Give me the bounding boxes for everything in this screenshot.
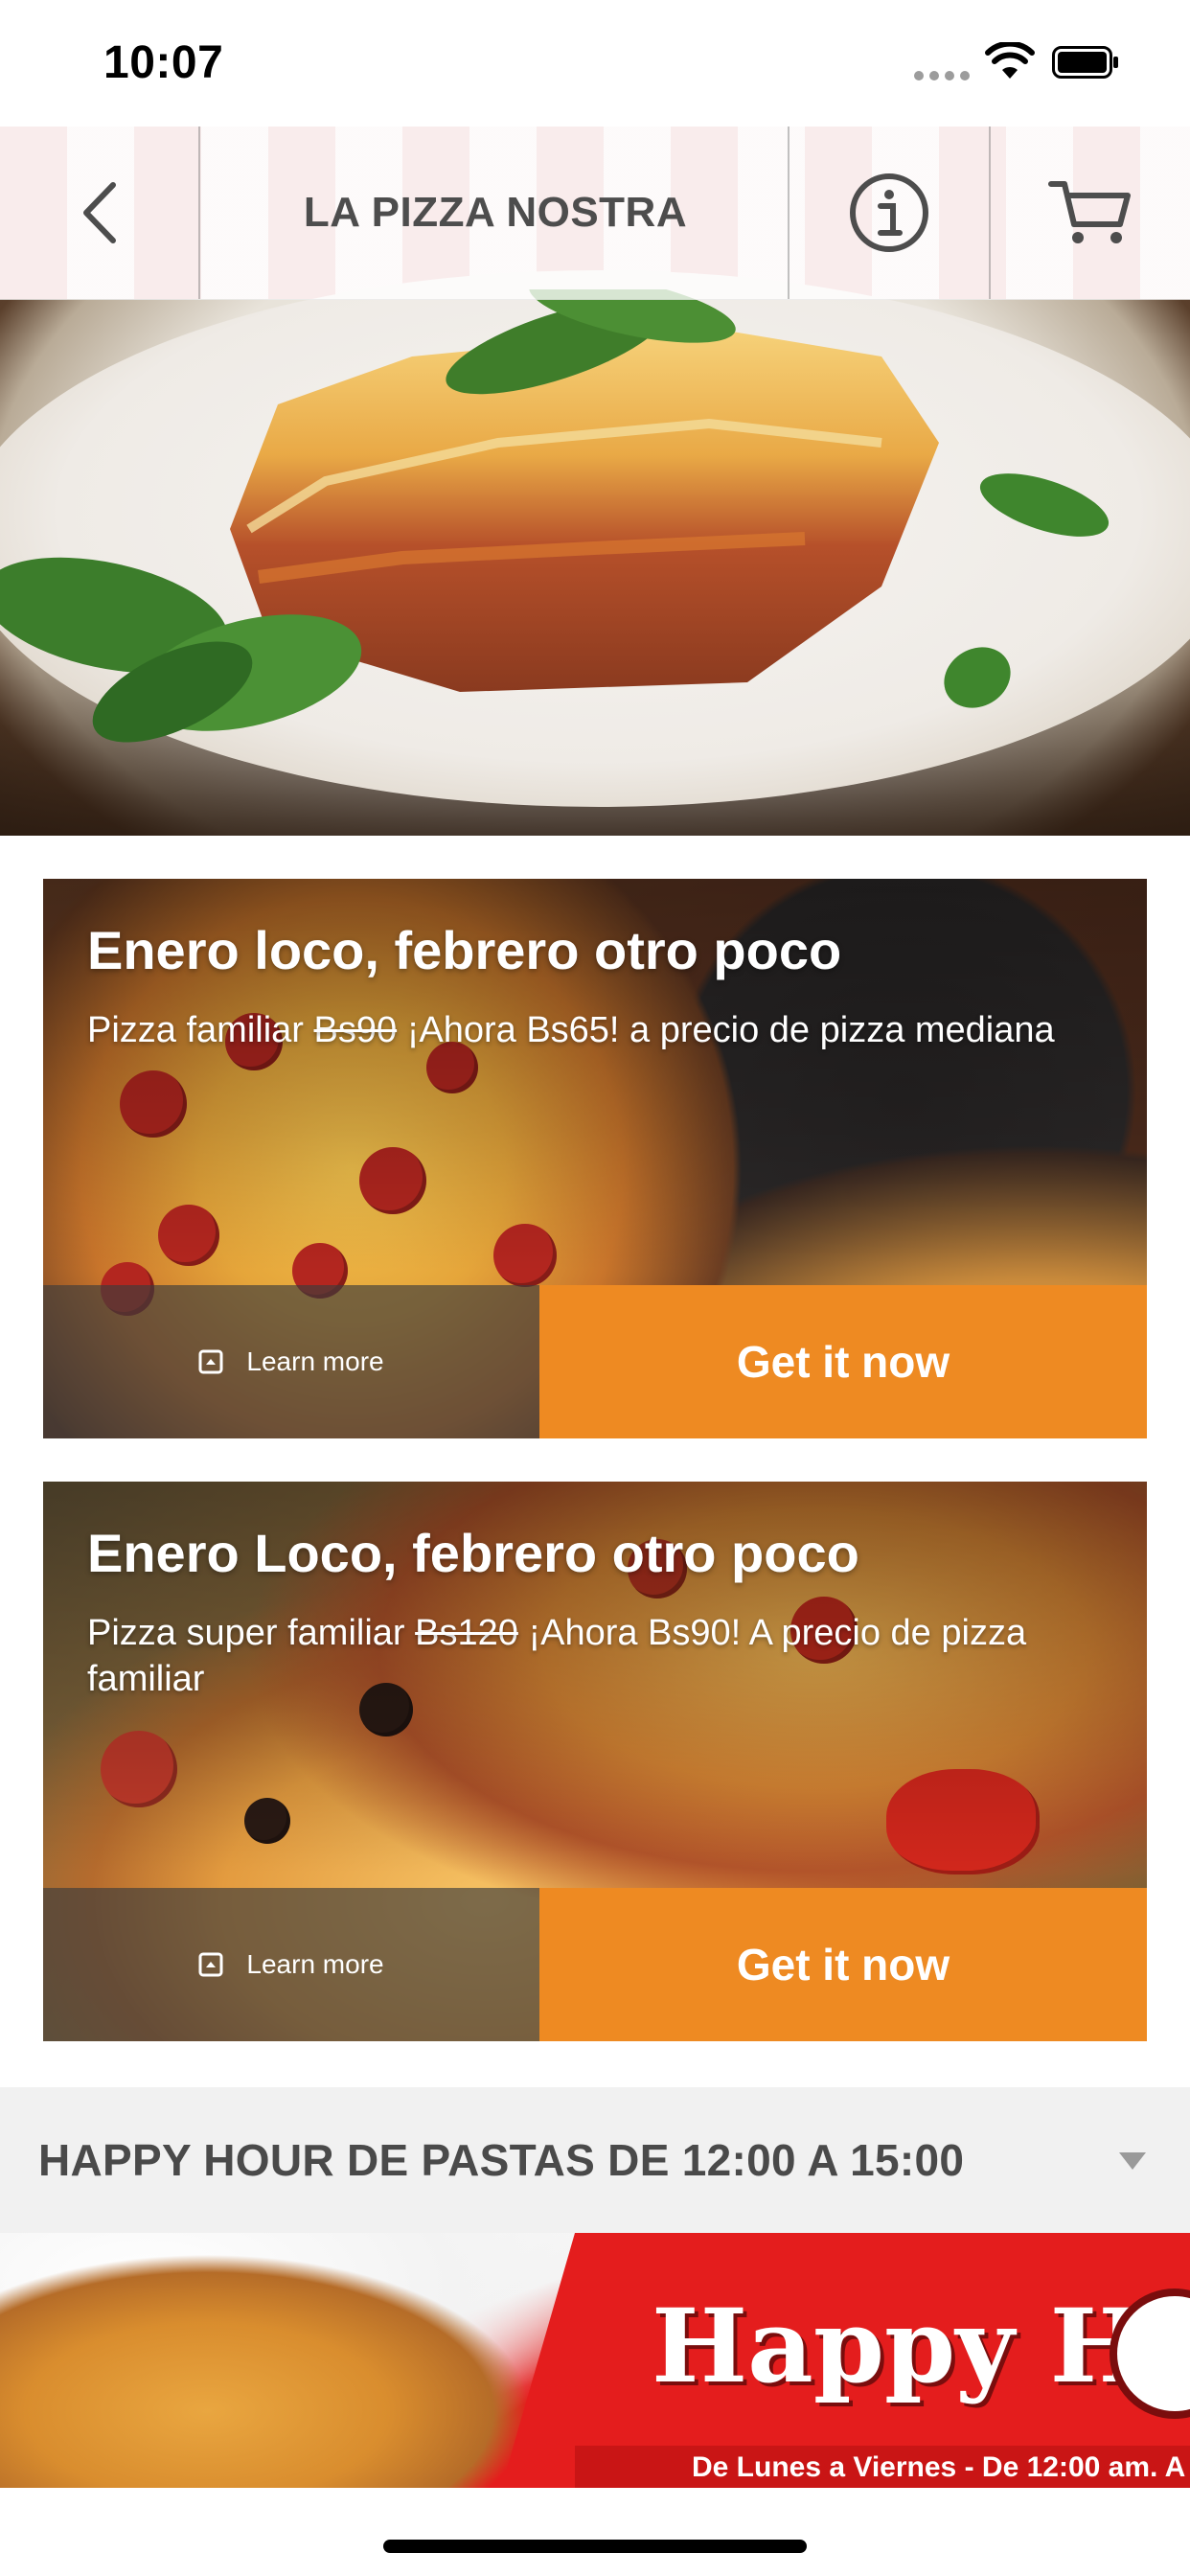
info-circle-icon [850, 173, 928, 252]
basil-leaf-decoration [0, 557, 362, 743]
promo-title: Enero loco, febrero otro poco [87, 920, 842, 980]
promo-desc-prefix: Pizza super familiar [87, 1613, 405, 1653]
promo-desc-suffix: ¡Ahora Bs65! a precio de pizza mediana [406, 1010, 1055, 1050]
navigation-bar: LA PIZZA NOSTRA [0, 126, 1190, 300]
status-bar: 10:07 [0, 0, 1190, 126]
promo-description: Pizza familiar Bs90 ¡Ahora Bs65! a preci… [87, 1007, 1103, 1053]
learn-more-label: Learn more [246, 1949, 384, 1979]
promo-title: Enero Loco, febrero otro poco [87, 1523, 859, 1583]
promo-description: Pizza super familiar Bs120 ¡Ahora Bs90! … [87, 1610, 1103, 1702]
chevron-down-icon [1119, 2152, 1146, 2170]
promo-desc-prefix: Pizza familiar [87, 1010, 304, 1050]
learn-more-button[interactable]: Learn more [43, 1888, 539, 2041]
promo-card: Enero Loco, febrero otro poco Pizza supe… [43, 1482, 1147, 2041]
home-area [0, 2488, 1190, 2576]
get-it-now-button[interactable]: Get it now [539, 1888, 1147, 2041]
section-header-happy-hour[interactable]: HAPPY HOUR DE PASTAS DE 12:00 A 15:00 [0, 2087, 1190, 2233]
home-indicator[interactable] [383, 2540, 807, 2553]
old-price: Bs90 [313, 1010, 398, 1050]
promo-actions: Learn more Get it now [43, 1888, 1147, 2041]
cellular-signal-icon [914, 71, 970, 82]
battery-icon [1052, 46, 1118, 79]
expand-icon [198, 1952, 223, 1977]
expand-icon [198, 1349, 223, 1374]
get-it-now-button[interactable]: Get it now [539, 1285, 1147, 1438]
old-price: Bs120 [415, 1613, 518, 1653]
basil-leaf-decoration [944, 647, 1011, 708]
nav-divider [198, 126, 200, 299]
learn-more-button[interactable]: Learn more [43, 1285, 539, 1438]
basil-leaf-decoration [979, 473, 1110, 537]
cart-button[interactable] [991, 126, 1190, 299]
learn-more-label: Learn more [246, 1346, 384, 1376]
restaurant-title: LA PIZZA NOSTRA [303, 189, 688, 236]
lasagna-tray-image [0, 2233, 575, 2488]
wifi-icon [985, 42, 1035, 79]
banner-subtitle: De Lunes a Viernes - De 12:00 am. A [692, 2451, 1186, 2483]
promo-actions: Learn more Get it now [43, 1285, 1147, 1438]
promo-card: Enero loco, febrero otro poco Pizza fami… [43, 879, 1147, 1438]
info-button[interactable] [790, 126, 989, 299]
happy-hour-banner[interactable]: Happy Ho De Lunes a Viernes - De 12:00 a… [0, 2233, 1190, 2488]
back-button[interactable] [0, 126, 199, 299]
status-time: 10:07 [103, 37, 224, 88]
chevron-left-icon [83, 182, 116, 243]
section-title: HAPPY HOUR DE PASTAS DE 12:00 A 15:00 [38, 2135, 965, 2185]
cart-icon [1048, 181, 1131, 243]
